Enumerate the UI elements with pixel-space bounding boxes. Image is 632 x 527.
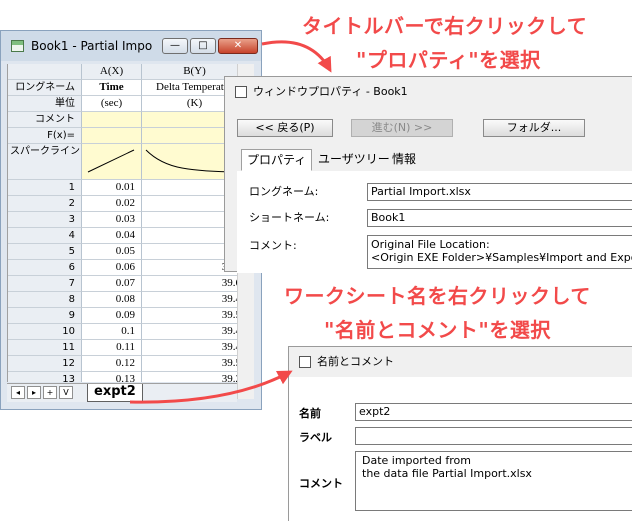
arrow-to-property-window bbox=[261, 40, 332, 73]
annotation-arrows bbox=[129, 40, 332, 404]
arrow-to-rename-dialog bbox=[129, 370, 293, 404]
